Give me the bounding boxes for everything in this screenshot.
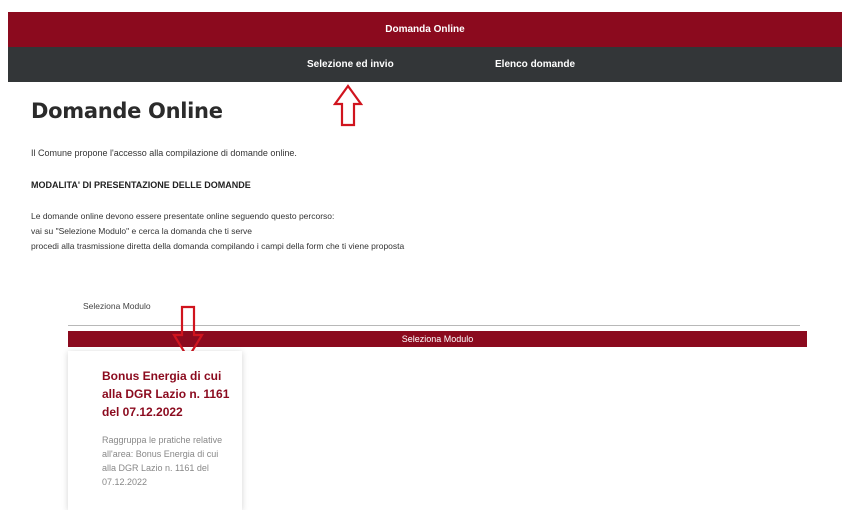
card-description: Raggruppa le pratiche relative all'area:…	[102, 435, 223, 487]
annotation-up-arrow-icon	[333, 84, 363, 127]
card-title[interactable]: Bonus Energia di cui alla DGR Lazio n. 1…	[102, 367, 236, 421]
page: Domanda Online Selezione ed invio Elenco…	[0, 0, 849, 510]
instructions-text: Le domande online devono essere presenta…	[31, 209, 404, 254]
page-title: Domande Online	[31, 99, 223, 123]
nav-bar: Selezione ed invio Elenco domande	[8, 47, 842, 82]
instruction-line: vai su "Selezione Modulo" e cerca la dom…	[31, 226, 253, 236]
header-title: Domanda Online	[385, 24, 465, 35]
instruction-line: procedi alla trasmissione diretta della …	[31, 241, 405, 251]
top-header-bar: Domanda Online	[8, 12, 842, 47]
module-card[interactable]: Bonus Energia di cui alla DGR Lazio n. 1…	[68, 351, 242, 510]
instruction-line: Le domande online devono essere presenta…	[31, 211, 335, 221]
nav-selezione-ed-invio[interactable]: Selezione ed invio	[307, 47, 394, 82]
nav-elenco-domande[interactable]: Elenco domande	[495, 47, 575, 82]
intro-text: Il Comune propone l'accesso alla compila…	[31, 148, 297, 158]
section-heading: MODALITA' DI PRESENTAZIONE DELLE DOMANDE	[31, 180, 251, 190]
module-select-label: Seleziona Modulo	[83, 301, 151, 311]
